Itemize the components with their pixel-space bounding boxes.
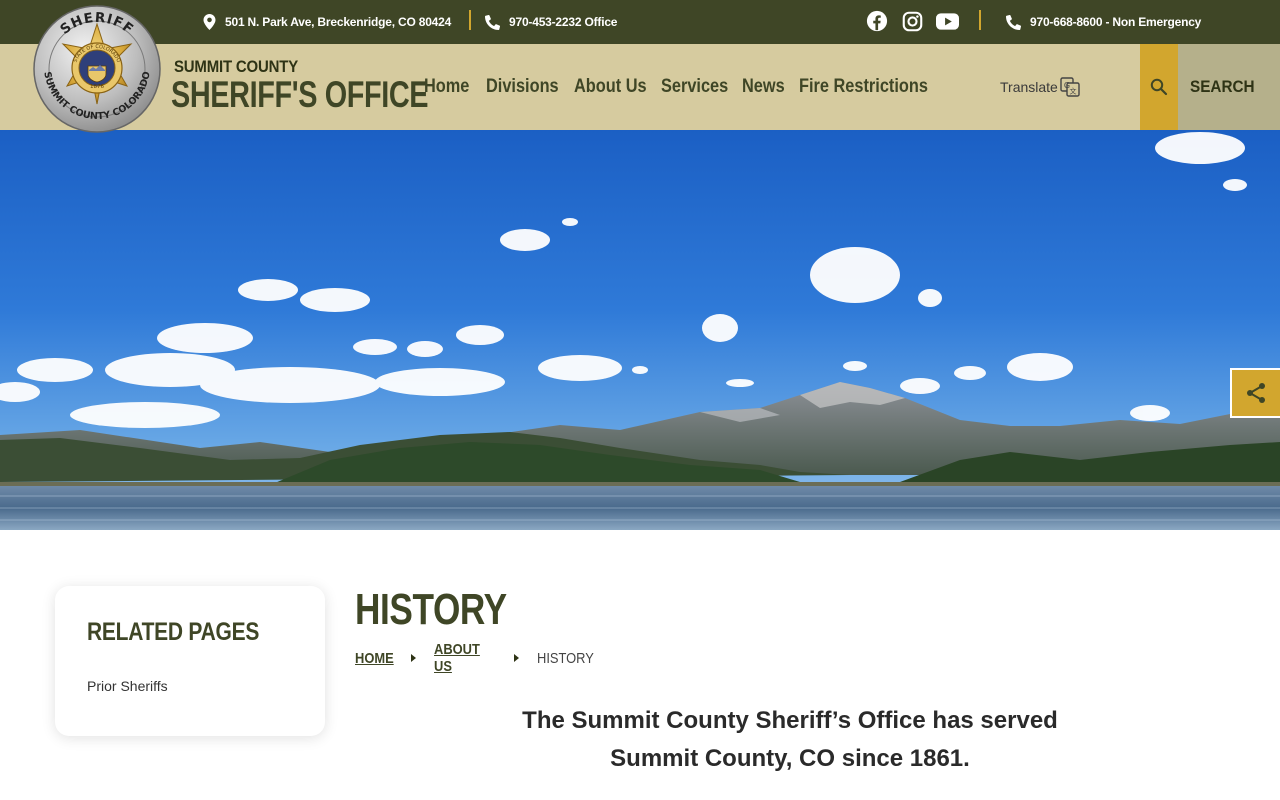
related-pages-card: RELATED PAGES Prior Sheriffs xyxy=(55,586,325,736)
facebook-icon xyxy=(866,10,888,32)
divider xyxy=(979,10,981,30)
search-icon-box xyxy=(1140,44,1178,130)
search-button[interactable]: SEARCH xyxy=(1140,44,1280,130)
phone-icon xyxy=(485,14,500,30)
office-phone-text: 970-453-2232 Office xyxy=(509,15,618,29)
nav-item-fire-restrictions[interactable]: Fire Restrictions xyxy=(799,76,928,98)
nav-item-divisions[interactable]: Divisions xyxy=(486,76,562,98)
site-title[interactable]: SHERIFF'S OFFICE xyxy=(171,74,429,116)
sheriff-badge-logo[interactable]: SHERIFF SUMMIT COUNTY COLORADO STATE OF … xyxy=(32,4,162,134)
main-header: SUMMIT COUNTY SHERIFF'S OFFICE Home Divi… xyxy=(0,44,1280,130)
divider xyxy=(469,10,471,30)
breadcrumb-home[interactable]: HOME xyxy=(355,650,394,667)
instagram-link[interactable] xyxy=(900,9,924,33)
non-emergency-text: 970-668-8600 - Non Emergency xyxy=(1030,15,1202,29)
related-pages-title: RELATED PAGES xyxy=(87,618,260,646)
svg-text:文: 文 xyxy=(1069,87,1076,96)
intro-text: The Summit County Sheriff’s Office has s… xyxy=(522,707,1058,772)
address[interactable]: 501 N. Park Ave, Breckenridge, CO 80424 xyxy=(203,0,451,44)
facebook-link[interactable] xyxy=(865,9,889,33)
share-button[interactable] xyxy=(1230,368,1280,418)
translate-label: Translate xyxy=(1000,79,1058,95)
non-emergency-phone[interactable]: 970-668-8600 - Non Emergency xyxy=(1006,0,1201,44)
page-title: HISTORY xyxy=(355,585,507,634)
breadcrumb-separator-icon xyxy=(514,654,519,662)
search-label: SEARCH xyxy=(1178,44,1280,130)
breadcrumb-current: HISTORY xyxy=(537,649,594,667)
google-translate-icon: G文 xyxy=(1060,77,1080,97)
youtube-link[interactable] xyxy=(935,9,959,33)
translate-button[interactable]: Translate G文 xyxy=(1000,44,1080,130)
share-icon xyxy=(1247,383,1265,403)
breadcrumb-separator-icon xyxy=(411,654,416,662)
location-pin-icon xyxy=(203,14,216,30)
top-utility-bar: 501 N. Park Ave, Breckenridge, CO 80424 … xyxy=(0,0,1280,44)
breadcrumb: HOME ABOUT US HISTORY xyxy=(355,641,603,675)
youtube-icon xyxy=(935,12,959,30)
related-link-prior-sheriffs[interactable]: Prior Sheriffs xyxy=(87,678,293,694)
main-nav: Home Divisions About Us Services News Fi… xyxy=(424,44,929,130)
nav-item-services[interactable]: Services xyxy=(661,76,731,98)
nav-item-news[interactable]: News xyxy=(742,76,791,98)
instagram-icon xyxy=(902,11,922,31)
nav-item-home[interactable]: Home xyxy=(424,76,477,98)
breadcrumb-about-us[interactable]: ABOUT US xyxy=(434,641,484,675)
office-phone[interactable]: 970-453-2232 Office xyxy=(485,0,617,44)
hero-lake-mountain-image xyxy=(0,130,1280,530)
nav-item-about-us[interactable]: About Us xyxy=(574,76,649,98)
search-icon xyxy=(1150,78,1168,96)
address-text: 501 N. Park Ave, Breckenridge, CO 80424 xyxy=(225,15,452,29)
svg-text:1876: 1876 xyxy=(90,84,104,90)
phone-icon xyxy=(1006,14,1021,30)
